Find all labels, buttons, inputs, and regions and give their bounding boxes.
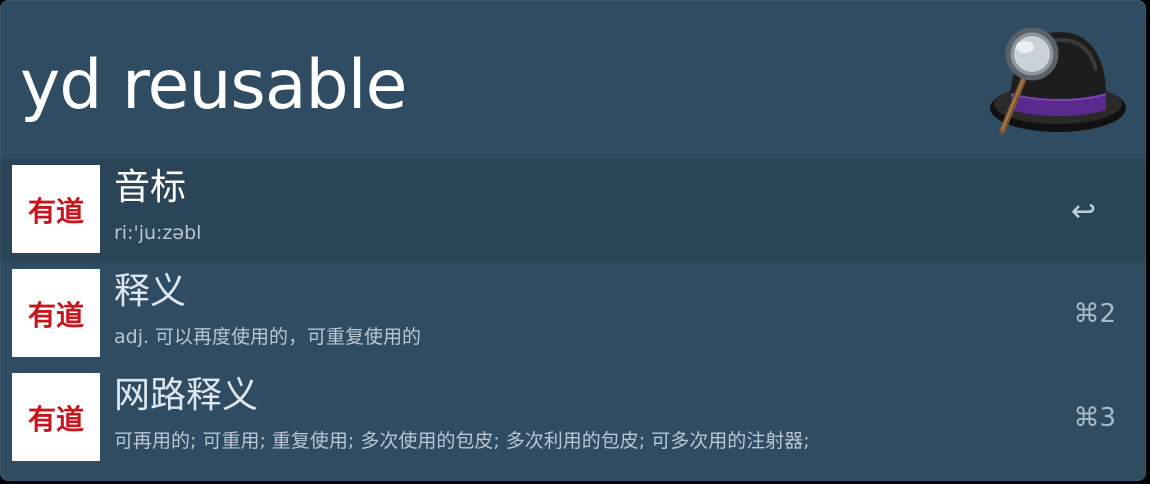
result-item[interactable]: 有道 网路释义 可再用的; 可重用; 重复使用; 多次使用的包皮; 多次利用的包… bbox=[0, 366, 1146, 470]
result-title: 释义 bbox=[114, 271, 187, 312]
alfred-hat-icon bbox=[980, 20, 1130, 142]
result-subtitle: adj. 可以再度使用的，可重复使用的 bbox=[114, 326, 422, 348]
result-title: 网路释义 bbox=[114, 375, 259, 416]
svg-text:有道: 有道 bbox=[28, 195, 84, 228]
results-list: 有道 音标 ri:'ju:zəbl ↩ 有道 释义 adj. 可以再度使用的，可… bbox=[0, 158, 1146, 470]
return-key-icon: ↩ bbox=[1070, 194, 1096, 229]
svg-text:有道: 有道 bbox=[28, 403, 84, 436]
shortcut-hint: ⌘2 bbox=[1073, 299, 1116, 329]
query-bar bbox=[0, 0, 1146, 158]
result-subtitle: ri:'ju:zəbl bbox=[114, 222, 202, 244]
result-subtitle: 可再用的; 可重用; 重复使用; 多次使用的包皮; 多次利用的包皮; 可多次用的… bbox=[114, 430, 810, 452]
shortcut-hint: ⌘3 bbox=[1073, 403, 1116, 433]
youdao-icon: 有道 bbox=[12, 269, 100, 357]
result-title: 音标 bbox=[114, 167, 187, 208]
svg-text:有道: 有道 bbox=[28, 299, 84, 332]
youdao-icon: 有道 bbox=[12, 165, 100, 253]
result-item[interactable]: 有道 音标 ri:'ju:zəbl ↩ bbox=[0, 158, 1146, 262]
result-item[interactable]: 有道 释义 adj. 可以再度使用的，可重复使用的 ⌘2 bbox=[0, 262, 1146, 366]
search-input[interactable] bbox=[20, 38, 940, 134]
launcher-window: 有道 音标 ri:'ju:zəbl ↩ 有道 释义 adj. 可以再度使用的，可… bbox=[0, 0, 1146, 481]
youdao-icon: 有道 bbox=[12, 373, 100, 461]
